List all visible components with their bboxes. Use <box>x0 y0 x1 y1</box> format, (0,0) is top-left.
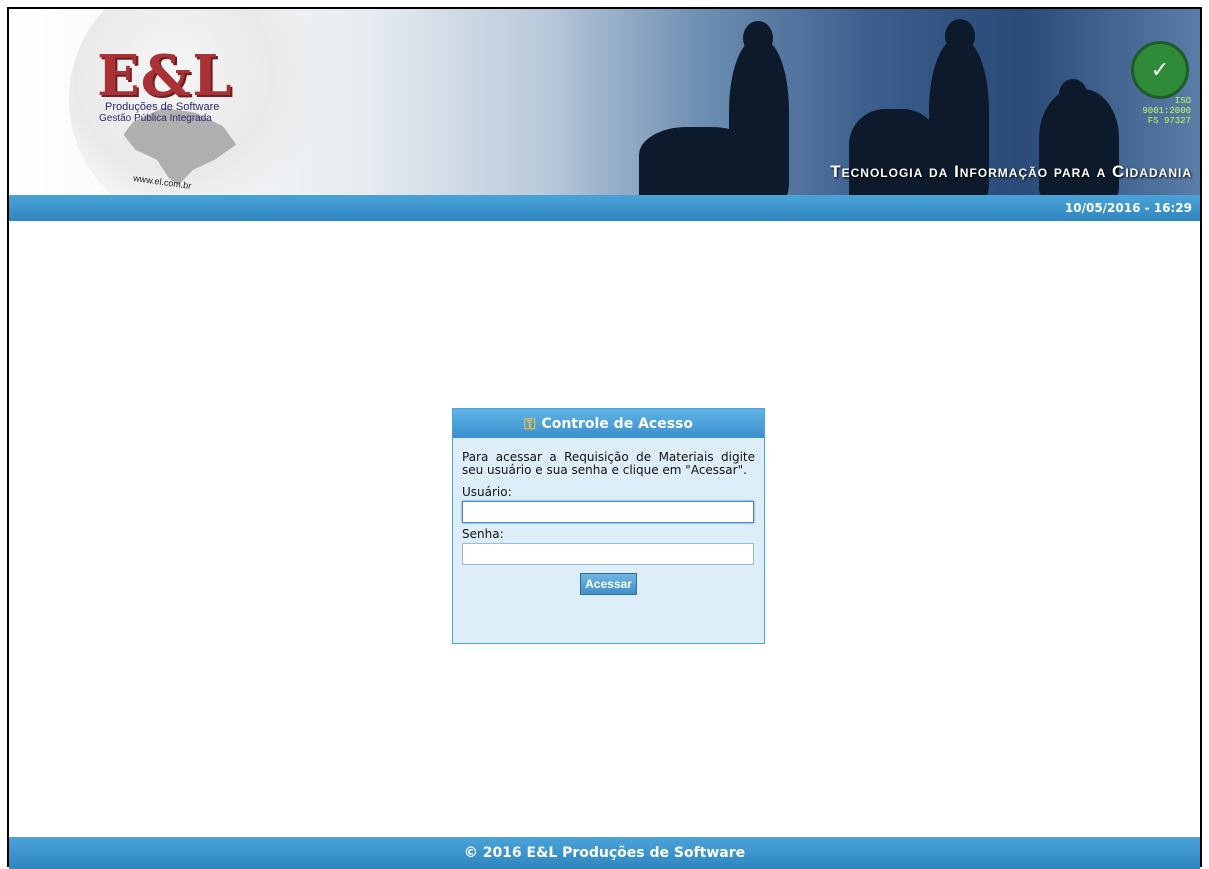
header-tagline: Tecnologia da Informação para a Cidadani… <box>830 162 1192 181</box>
logo: E&L <box>97 43 233 109</box>
login-panel-header: ⚿ Controle de Acesso <box>453 409 764 438</box>
key-icon: ⚿ <box>524 414 536 433</box>
logo-subtitle: Produções de Software <box>105 101 220 113</box>
date-bar: 10/05/2016 - 16:29 <box>9 195 1200 221</box>
login-panel: ⚿ Controle de Acesso Para acessar a Requ… <box>452 408 765 644</box>
username-input[interactable] <box>462 501 754 523</box>
footer: © 2016 E&L Produções de Software <box>9 837 1200 869</box>
certification-text: ISO 9001:2000 FS 97327 <box>1142 96 1191 126</box>
header-banner: E&L Produções de Software Gestão Pública… <box>9 9 1200 195</box>
submit-button[interactable]: Acessar <box>580 573 637 595</box>
logo-tagline: Gestão Pública Integrada <box>99 113 212 124</box>
username-label: Usuário: <box>462 485 512 499</box>
password-input[interactable] <box>462 543 754 565</box>
current-datetime: 10/05/2016 - 16:29 <box>1064 201 1192 215</box>
certification-badge-icon: ✓ <box>1131 41 1189 99</box>
page-frame: E&L Produções de Software Gestão Pública… <box>7 7 1202 869</box>
login-instructions: Para acessar a Requisição de Materiais d… <box>462 450 755 477</box>
footer-copyright: © 2016 E&L Produções de Software <box>463 845 746 861</box>
password-label: Senha: <box>462 527 504 541</box>
login-title: Controle de Acesso <box>541 415 693 432</box>
